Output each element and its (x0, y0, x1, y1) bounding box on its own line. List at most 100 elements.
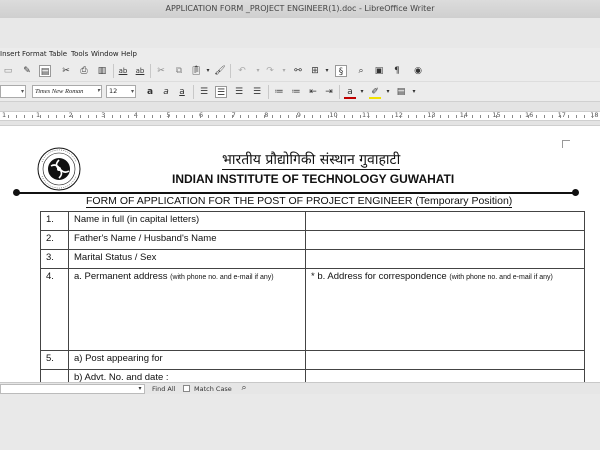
paste-icon[interactable]: 📋︎ (190, 65, 202, 77)
ruler-tick (456, 115, 457, 118)
highlight-dropdown-icon[interactable]: ▾ (382, 86, 394, 98)
document-area[interactable]: भारतीय प्रौद्योगिकी संस्थान गुवाहाटी IND… (0, 126, 600, 382)
new-document-icon[interactable]: ▭ (2, 65, 14, 77)
ruler-tick (8, 115, 9, 118)
field-label: a) Post appearing for (68, 350, 306, 370)
document-page[interactable]: भारतीय प्रौद्योगिकी संस्थान गुवाहाटी IND… (0, 126, 600, 382)
ruler-tick (416, 115, 417, 118)
printer-icon[interactable]: ▥ (96, 65, 108, 77)
ruler-tick (32, 115, 33, 118)
edit-file-icon[interactable]: ✎ (21, 65, 33, 77)
toolbar-separator (230, 64, 231, 78)
row-number: 4. (40, 268, 69, 351)
numbering-icon[interactable]: ≔ (273, 86, 285, 98)
background-color-icon[interactable]: ▤ (395, 86, 407, 98)
ruler-tick (240, 115, 241, 118)
ruler-tick (432, 115, 433, 118)
ruler-tick (488, 115, 489, 118)
ruler-tick (464, 115, 465, 118)
increase-indent-icon[interactable]: ⇥ (323, 86, 335, 98)
paragraph-style-combo[interactable]: ▾ (0, 85, 26, 98)
ruler-tick (520, 115, 521, 118)
background-dropdown-icon[interactable]: ▾ (408, 86, 420, 98)
window-bottom-area (0, 394, 600, 450)
redo-dropdown-icon[interactable]: ▾ (278, 65, 290, 77)
undo-icon[interactable]: ↶ (236, 65, 248, 77)
ruler-tick (496, 115, 497, 118)
toolbar-separator (113, 64, 114, 78)
export-pdf-icon[interactable]: ▤ (39, 65, 51, 77)
row-number: 2. (40, 230, 69, 250)
spelling-icon[interactable]: ab (117, 65, 129, 77)
table-row: 4. a. Permanent address (with phone no. … (40, 268, 585, 351)
match-case-checkbox[interactable] (183, 385, 190, 392)
ruler-tick (560, 115, 561, 118)
hyperlink-icon[interactable]: ⚯ (292, 65, 304, 77)
align-center-icon[interactable]: ☰ (215, 86, 227, 98)
ruler-tick (168, 115, 169, 118)
bold-icon[interactable]: a (144, 86, 156, 98)
dropdown-arrow-icon: ▾ (130, 88, 134, 95)
align-left-icon[interactable]: ☰ (198, 86, 210, 98)
ruler-tick (136, 115, 137, 118)
autocorrect-icon[interactable]: ab (134, 65, 146, 77)
paste-dropdown-icon[interactable]: ▾ (202, 65, 214, 77)
ruler-tick (256, 115, 257, 118)
ruler-tick (552, 115, 553, 118)
ruler-tick (216, 115, 217, 118)
correspondence-address-cell[interactable]: * b. Address for correspondence (with ph… (305, 268, 585, 351)
font-size-combo[interactable]: 12 ▾ (106, 85, 136, 98)
ruler-tick (16, 115, 17, 118)
ruler-tick (440, 115, 441, 118)
field-label: * b. Address for correspondence (311, 271, 450, 282)
horizontal-ruler[interactable]: 1123456789101112131415161718 (0, 102, 600, 126)
ruler-tick (144, 115, 145, 118)
highlight-swatch (369, 97, 381, 99)
ruler-tick (592, 115, 593, 118)
ruler-tick (104, 115, 105, 118)
align-right-icon[interactable]: ☰ (233, 86, 245, 98)
standard-toolbar: ▭ ✎ ▤ ✂ ⎙ ▥ ab ab ✂ ⧉ 📋︎ ▾ 🖌︎ ↶ ▾ ↷ ▾ ⚯ … (0, 60, 600, 82)
help-icon[interactable]: ◉ (412, 65, 424, 77)
find-input[interactable] (0, 384, 145, 394)
cut-icon[interactable]: ✂ (155, 65, 167, 77)
insert-image-icon[interactable]: ▣ (373, 65, 385, 77)
undo-dropdown-icon[interactable]: ▾ (252, 65, 264, 77)
form-title: FORM OF APPLICATION FOR THE POST OF PROJ… (86, 195, 513, 208)
field-value-cell[interactable] (305, 230, 585, 250)
search-icon[interactable]: ⌕ (238, 382, 250, 394)
draw-functions-icon[interactable]: § (335, 65, 347, 77)
font-name-combo[interactable]: Times New Roman ▾ (32, 85, 102, 98)
formatting-marks-icon[interactable]: ¶ (391, 65, 403, 77)
find-all-button[interactable]: Find All (152, 384, 175, 394)
ruler-tick (568, 115, 569, 118)
rule-dot-right (572, 189, 579, 196)
match-case-label: Match Case (194, 385, 232, 393)
permanent-address-cell[interactable]: a. Permanent address (with phone no. and… (68, 268, 306, 351)
bullets-icon[interactable]: ≔ (290, 86, 302, 98)
italic-icon[interactable]: a (160, 86, 172, 98)
print-icon[interactable]: ⎙ (78, 65, 90, 77)
justify-icon[interactable]: ☰ (251, 86, 263, 98)
copy-icon[interactable]: ⧉ (173, 65, 185, 77)
print-preview-icon[interactable]: ✂ (60, 65, 72, 77)
ruler-tick (248, 115, 249, 118)
field-value-cell[interactable] (305, 211, 585, 231)
decrease-indent-icon[interactable]: ⇤ (307, 86, 319, 98)
ruler-tick (312, 115, 313, 118)
font-color-dropdown-icon[interactable]: ▾ (356, 86, 368, 98)
ruler-tick (264, 115, 265, 118)
field-value-cell[interactable] (305, 249, 585, 269)
clone-formatting-icon[interactable]: 🖌︎ (214, 65, 226, 77)
table-row: 1. Name in full (in capital letters) (40, 211, 585, 231)
underline-icon[interactable]: a (176, 86, 188, 98)
field-value-cell[interactable] (305, 369, 585, 382)
table-icon[interactable]: ⊞ (309, 65, 321, 77)
ruler-tick (448, 115, 449, 118)
dropdown-arrow-icon: ▾ (96, 88, 100, 94)
redo-icon[interactable]: ↷ (264, 65, 276, 77)
table-dropdown-icon[interactable]: ▾ (321, 65, 333, 77)
find-replace-icon[interactable]: ⌕ (355, 65, 367, 77)
field-value-cell[interactable] (305, 350, 585, 370)
window-titlebar: APPLICATION FORM _PROJECT ENGINEER(1).do… (0, 0, 600, 18)
